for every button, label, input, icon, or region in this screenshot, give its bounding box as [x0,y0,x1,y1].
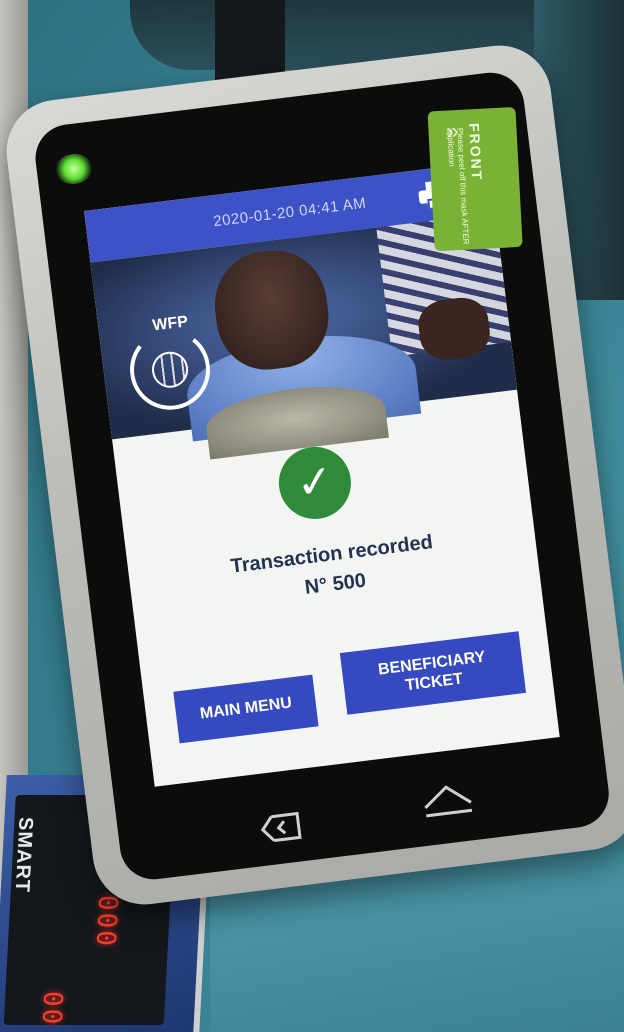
status-datetime: 2020-01-20 04:41 AM [212,194,368,230]
scale-display-bottom: 00 [35,991,68,1027]
beneficiary-ticket-button[interactable]: BENEFICIARY TICKET [339,631,527,715]
wfp-logo-icon: WFP [116,310,223,417]
home-nav-icon[interactable] [419,780,477,820]
banner-photo-detail [415,294,493,363]
check-icon: ✓ [274,442,356,524]
scale-brand: SMART [10,817,37,894]
status-led [53,151,95,187]
photo-background: SMART 000 00 2020-01-20 04:41 AM WFP ✓ T… [0,0,624,1032]
screen-protector-tab[interactable]: » FRONT Please peel off this mask AFTER … [427,106,523,252]
back-nav-icon[interactable] [257,809,309,847]
main-menu-button[interactable]: MAIN MENU [173,674,319,744]
scale-display-top: 000 [89,895,123,948]
pos-terminal: 2020-01-20 04:41 AM WFP ✓ Transaction re… [0,39,624,911]
terminal-bezel: 2020-01-20 04:41 AM WFP ✓ Transaction re… [31,68,613,884]
